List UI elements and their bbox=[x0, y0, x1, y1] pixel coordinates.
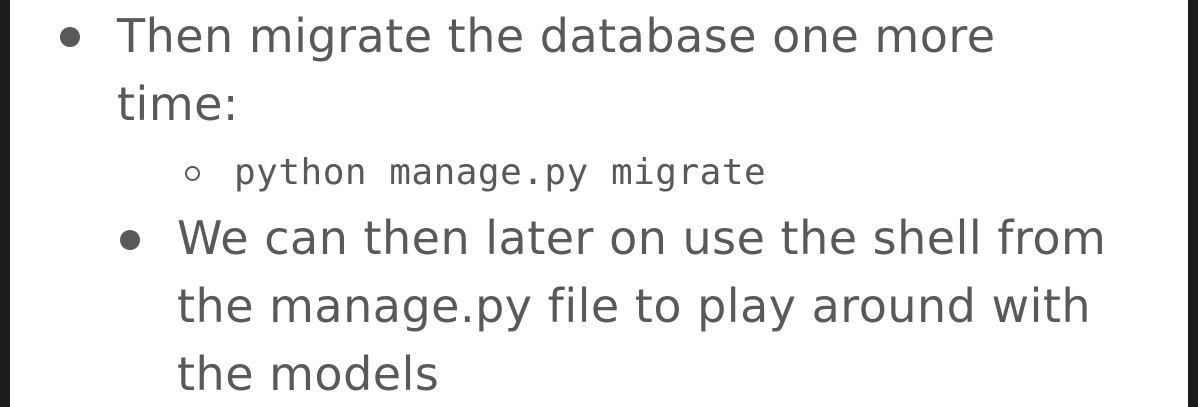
bullet-dot-icon bbox=[60, 27, 80, 47]
bullet-line: We can then later on use the shell from bbox=[177, 211, 1107, 265]
bullet-line: the manage.py file to play around with bbox=[177, 279, 1092, 333]
bullet-text-migrate: Then migrate the database one more time: bbox=[117, 2, 996, 138]
bullet-line: time: bbox=[117, 77, 239, 131]
bullet-text-shell: We can then later on use the shell from … bbox=[177, 204, 1106, 407]
bullet-line: the models bbox=[177, 347, 440, 401]
code-command: python manage.py migrate bbox=[234, 152, 767, 193]
hollow-bullet-icon bbox=[185, 166, 200, 181]
bullet-dot-icon bbox=[120, 230, 140, 250]
slide: Then migrate the database one more time:… bbox=[10, 0, 1188, 407]
bullet-line: Then migrate the database one more bbox=[117, 9, 996, 63]
